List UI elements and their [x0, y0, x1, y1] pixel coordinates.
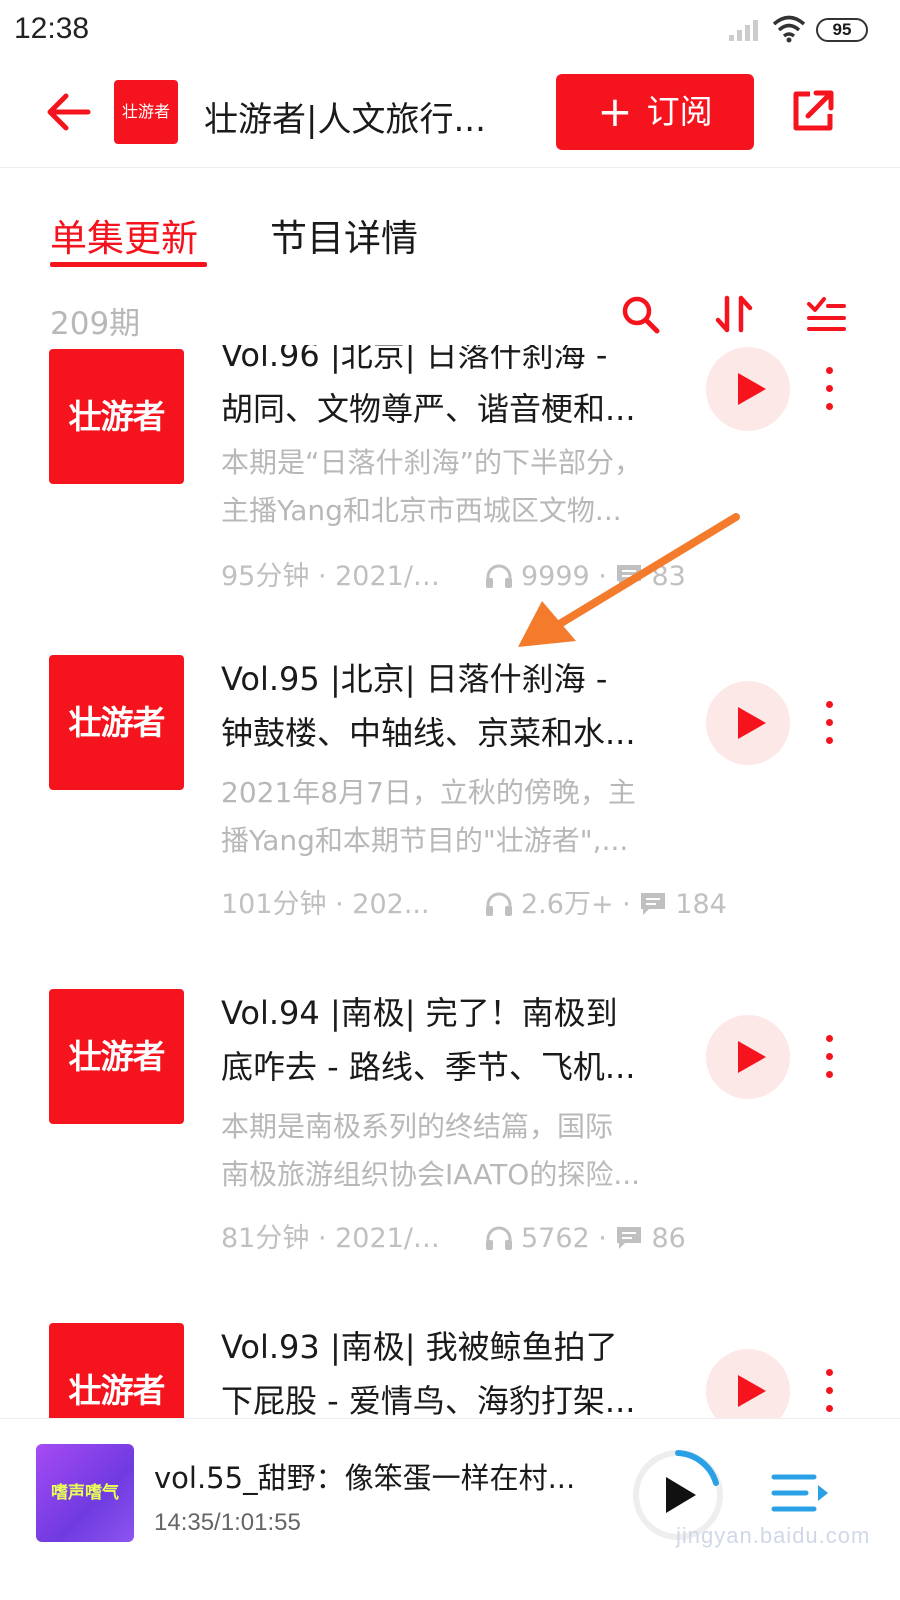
episode-title-line: 胡同、文物尊严、谐音梗和...	[221, 390, 636, 428]
episode-title-line: Vol.96 |北京| 日落什刹海 -	[221, 345, 608, 374]
tab-active-indicator	[50, 262, 207, 267]
headphones-icon	[486, 892, 512, 916]
play-count: 5762	[521, 1223, 590, 1254]
share-icon[interactable]	[790, 88, 836, 134]
episode-title-line: Vol.95 |北京| 日落什刹海 -	[221, 660, 608, 698]
episode-item[interactable]: 壮游者 Vol.93 |南极| 我被鲸鱼拍了 下屁股 - 爱情鸟、海豹打架...	[0, 1303, 900, 1418]
episode-list: 壮游者 Vol.96 |北京| 日落什刹海 - 胡同、文物尊严、谐音梗和... …	[0, 345, 900, 1418]
comment-icon	[641, 893, 666, 915]
comment-count: 184	[675, 889, 727, 920]
episode-item[interactable]: 壮游者 Vol.95 |北京| 日落什刹海 - 钟鼓楼、中轴线、京菜和水... …	[0, 635, 900, 969]
episode-desc-line: 本期是“日落什刹海”的下半部分，	[221, 446, 643, 479]
episode-item[interactable]: 壮游者 Vol.94 |南极| 完了！南极到 底咋去 - 路线、季节、飞机...…	[0, 969, 900, 1303]
play-icon	[738, 1041, 766, 1073]
play-icon	[738, 1375, 766, 1407]
episode-desc-line: 播Yang和本期节目的"壮游者",...	[221, 824, 629, 857]
tab-details[interactable]: 节目详情	[270, 208, 418, 262]
back-arrow-icon[interactable]	[46, 92, 92, 132]
podcast-title: 壮游者|人文旅行...	[204, 100, 486, 140]
mini-player[interactable]: 嗜声嗜气 vol.55_甜野：像笨蛋一样在村... 14:35/1:01:55 …	[0, 1418, 900, 1600]
more-options-icon[interactable]	[816, 1035, 844, 1079]
annotation-arrow-icon	[518, 513, 740, 647]
more-options-icon[interactable]	[816, 367, 844, 411]
watermark: jingyan.baidu.com	[676, 1523, 871, 1548]
play-count: 2.6万+	[521, 889, 614, 920]
more-options-icon[interactable]	[816, 701, 844, 745]
wifi-icon	[772, 15, 806, 43]
status-time: 12:38	[14, 12, 90, 45]
comment-icon	[617, 1227, 642, 1249]
app-header: 壮游者 壮游者|人文旅行... + 订阅	[0, 62, 900, 168]
episode-desc-line: 2021年8月7日，立秋的傍晚，主	[221, 776, 636, 809]
episode-title-line: 底咋去 - 路线、季节、飞机...	[221, 1048, 636, 1086]
episode-title-line: 下屁股 - 爱情鸟、海豹打架...	[221, 1382, 636, 1418]
play-button[interactable]	[706, 1015, 790, 1099]
episode-duration-date: 101分钟 · 202...	[221, 889, 430, 920]
battery-icon: 95	[816, 18, 868, 42]
episode-desc-line: 本期是南极系列的终结篇，国际	[221, 1110, 614, 1143]
play-button[interactable]	[706, 681, 790, 765]
more-options-icon[interactable]	[816, 1369, 844, 1413]
episode-cover: 壮游者	[49, 1323, 184, 1418]
player-progress-time: 14:35/1:01:55	[154, 1509, 301, 1536]
headphones-icon	[486, 1226, 512, 1250]
play-button[interactable]	[706, 1349, 790, 1418]
player-title[interactable]: vol.55_甜野：像笨蛋一样在村...	[154, 1455, 594, 1497]
episode-title-line: 钟鼓楼、中轴线、京菜和水...	[221, 714, 636, 752]
episode-cover: 壮游者	[49, 655, 184, 790]
episode-meta: 81分钟 · 2021/0... 5762 · 86	[221, 1219, 686, 1259]
episode-stats: 5762 · 86	[485, 1219, 686, 1259]
episode-meta: 101分钟 · 202... 2.6万+ · 184	[221, 885, 727, 925]
playlist-icon[interactable]	[770, 1469, 830, 1519]
episode-cover: 壮游者	[49, 989, 184, 1124]
episode-duration-date: 81分钟 · 2021/0...	[221, 1223, 451, 1254]
sort-icon[interactable]	[714, 294, 754, 334]
batch-select-icon[interactable]	[806, 294, 846, 334]
episode-duration-date: 95分钟 · 2021/0...	[221, 561, 451, 592]
subscribe-button[interactable]: + 订阅	[556, 74, 754, 150]
subscribe-label: 订阅	[646, 92, 713, 131]
episode-title-line: Vol.93 |南极| 我被鲸鱼拍了	[221, 1328, 618, 1366]
status-bar: 12:38 95	[0, 0, 900, 62]
comment-count: 86	[651, 1223, 686, 1254]
play-button[interactable]	[706, 347, 790, 431]
episode-cover: 壮游者	[49, 349, 184, 484]
play-icon	[738, 707, 766, 739]
episode-item[interactable]: 壮游者 Vol.96 |北京| 日落什刹海 - 胡同、文物尊严、谐音梗和... …	[0, 345, 900, 635]
cell-signal-icon	[729, 20, 758, 41]
podcast-logo: 壮游者	[114, 80, 178, 144]
plus-icon: +	[597, 87, 633, 136]
episode-desc-line: 南极旅游组织协会IAATO的探险...	[221, 1158, 641, 1191]
player-cover: 嗜声嗜气	[36, 1444, 134, 1542]
play-icon	[738, 373, 766, 405]
episode-stats: 2.6万+ · 184	[485, 885, 727, 925]
episode-title-line: Vol.94 |南极| 完了！南极到	[221, 994, 618, 1032]
episode-count: 209期	[50, 306, 141, 342]
search-icon[interactable]	[620, 294, 660, 334]
tab-episodes[interactable]: 单集更新	[50, 208, 198, 262]
